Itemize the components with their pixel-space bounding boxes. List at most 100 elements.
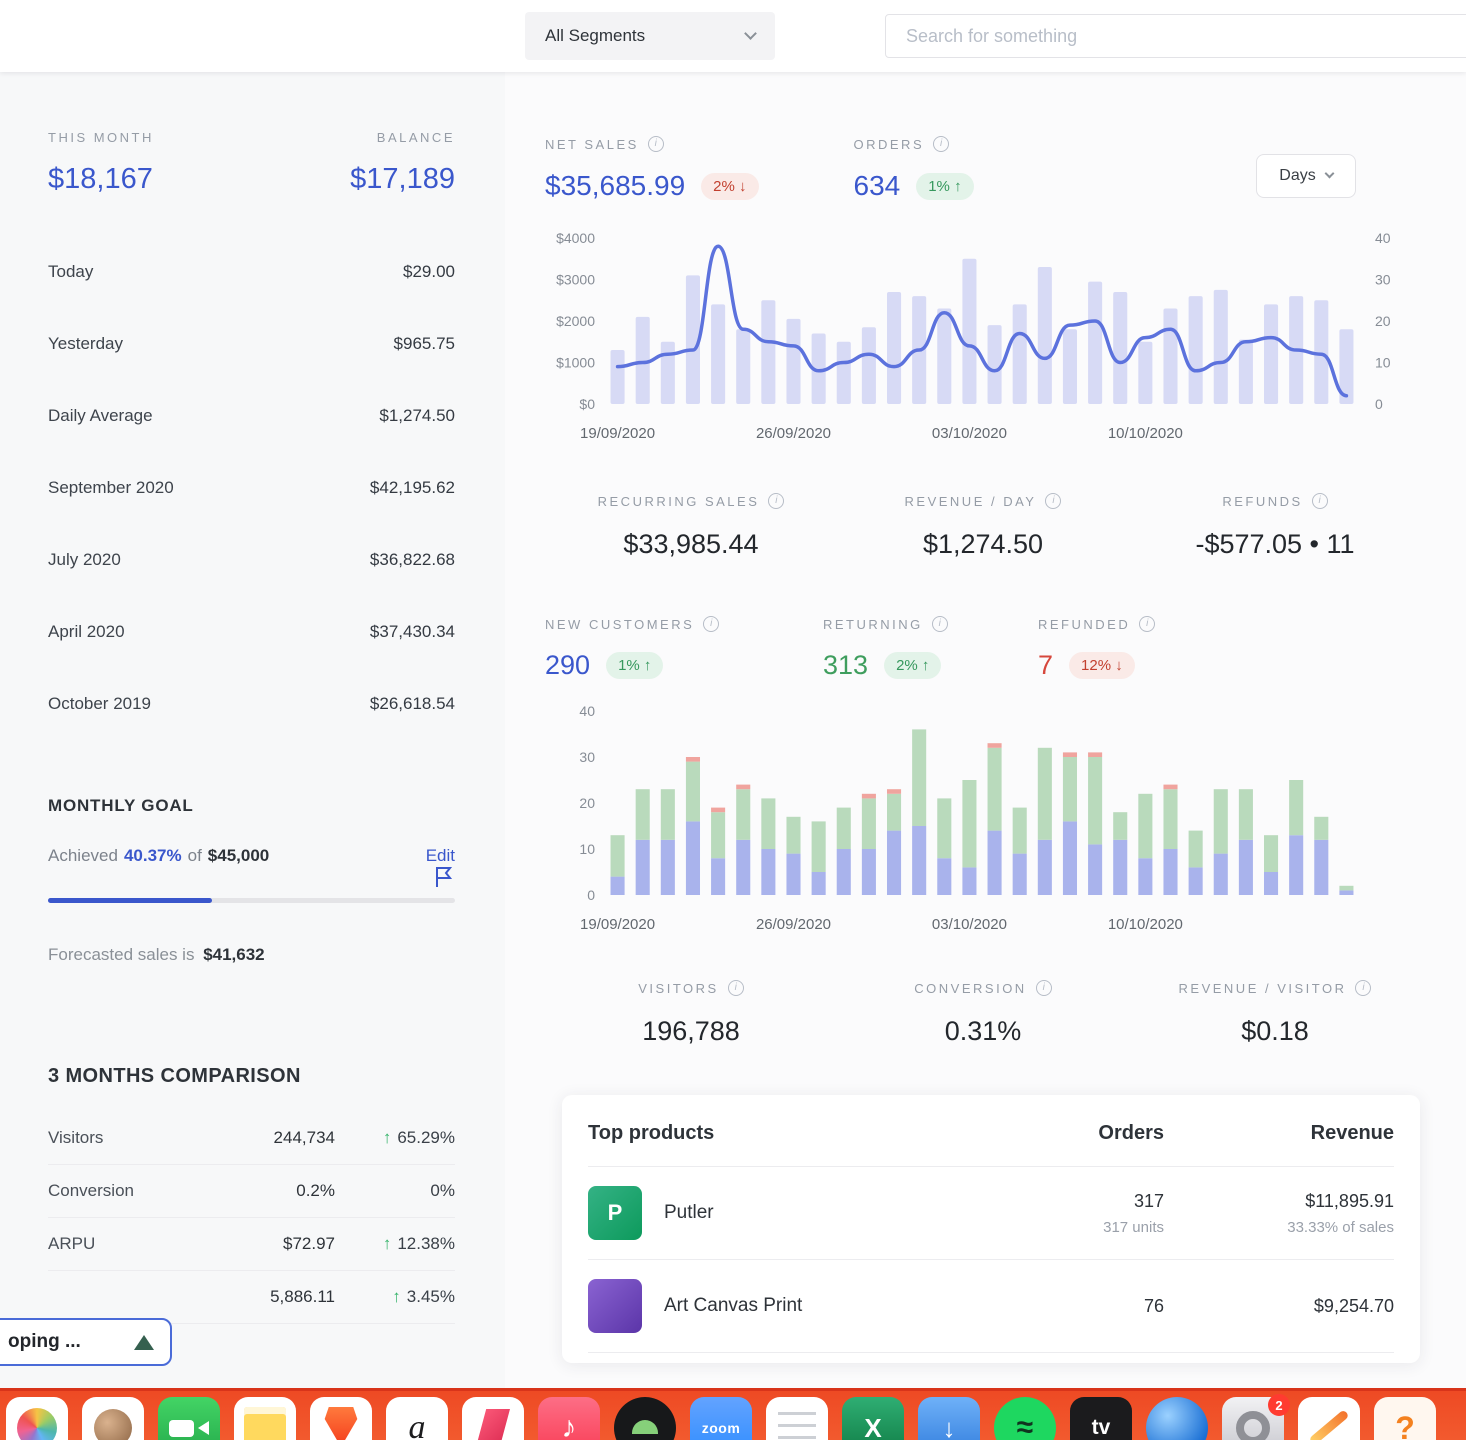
kpi-cell: REFUNDS -$577.05 • 11	[1129, 493, 1421, 560]
svg-text:20: 20	[1375, 313, 1391, 329]
svg-text:03/10/2020: 03/10/2020	[932, 916, 1007, 933]
chevron-down-icon	[1324, 168, 1335, 179]
sidebar-period-row[interactable]: September 2020 $42,195.62	[48, 452, 455, 524]
bottom-kpi-row: VISITORS 196,788 CONVERSION 0.31% REVENU…	[545, 980, 1466, 1047]
svg-text:40: 40	[1375, 230, 1391, 246]
kpi-value: -$577.05 • 11	[1195, 529, 1355, 559]
info-icon[interactable]	[1035, 980, 1052, 996]
top-products-title: Top products	[588, 1122, 715, 1144]
segments-dropdown[interactable]: All Segments	[525, 12, 775, 60]
pencil-app-icon[interactable]	[1298, 1397, 1360, 1440]
analytics-dashboard: All Segments THIS MONTH $18,167 BALANCE …	[0, 0, 1466, 1440]
kpi-label: NEW CUSTOMERS	[545, 616, 695, 632]
info-icon[interactable]	[933, 136, 950, 152]
sidebar-period-row[interactable]: Daily Average $1,274.50	[48, 380, 455, 452]
net-sales-label: NET SALES	[545, 136, 639, 152]
customers-kpi-row: NEW CUSTOMERS 290 1% ↑ RETURNING 313 2% …	[545, 616, 1466, 681]
macos-dock: a ♪ zoom X ↓ ≈ tv 2?	[0, 1388, 1466, 1440]
spotify-icon[interactable]: ≈	[994, 1397, 1056, 1440]
info-icon[interactable]	[1311, 493, 1328, 509]
orders-value: 634	[853, 170, 901, 201]
comparison-row: Visitors 244,734 ↑ 65.29%	[48, 1112, 455, 1165]
expand-arrow-icon[interactable]	[134, 1334, 154, 1350]
installer-icon[interactable]: ↓	[918, 1397, 980, 1440]
info-icon[interactable]	[1355, 980, 1372, 996]
android-icon[interactable]	[614, 1397, 676, 1440]
period-label: July 2020	[48, 550, 121, 569]
days-dropdown[interactable]: Days	[1256, 154, 1356, 198]
period-list: Today $29.00 Yesterday $965.75 Daily Avera…	[48, 236, 455, 740]
orders-kpi: ORDERS 634 1% ↑	[854, 136, 974, 202]
up-arrow-icon: ↑	[392, 1287, 401, 1306]
product-name: Putler	[664, 1202, 714, 1223]
sidebar-period-row[interactable]: April 2020 $37,430.34	[48, 596, 455, 668]
comparison-title: 3 MONTHS COMPARISON	[48, 1065, 301, 1087]
edit-goal-button[interactable]: Edit	[426, 846, 455, 866]
collapsed-window-popup[interactable]: oping ...	[0, 1318, 172, 1366]
svg-text:10/10/2020: 10/10/2020	[1108, 425, 1183, 442]
achieved-label: Achieved	[48, 846, 118, 865]
sidebar-period-row[interactable]: Today $29.00	[48, 236, 455, 308]
svg-text:19/09/2020: 19/09/2020	[580, 916, 655, 933]
info-icon[interactable]	[931, 616, 948, 632]
kpi-cell: REVENUE / VISITOR $0.18	[1129, 980, 1421, 1047]
comparison-value: $72.97	[283, 1234, 335, 1253]
period-value: $42,195.62	[369, 478, 455, 497]
apple-tv-icon[interactable]: tv	[1070, 1397, 1132, 1440]
svg-text:0: 0	[1375, 396, 1383, 412]
svg-text:19/09/2020: 19/09/2020	[580, 425, 655, 442]
music-icon[interactable]: ♪	[538, 1397, 600, 1440]
video-call-icon[interactable]	[158, 1397, 220, 1440]
product-name: Art Canvas Print	[664, 1295, 803, 1316]
sidebar-period-row[interactable]: July 2020 $36,822.68	[48, 524, 455, 596]
kpi-label: REVENUE / DAY	[904, 493, 1037, 509]
photo-booth-icon[interactable]	[82, 1397, 144, 1440]
product-revenue: $9,254.70	[1313, 1295, 1394, 1316]
search-input[interactable]	[885, 14, 1466, 58]
signature-app-icon[interactable]: a	[386, 1397, 448, 1440]
kpi-badge: 1% ↑	[606, 652, 664, 679]
forecast-label: Forecasted sales is	[48, 945, 195, 964]
product-share: 33.33% of sales	[1287, 1218, 1394, 1236]
kpi-label: CONVERSION	[914, 980, 1027, 996]
kpi-value: 7	[1038, 650, 1054, 680]
browser-icon[interactable]	[1146, 1397, 1208, 1440]
comparison-value: 5,886.11	[270, 1287, 335, 1306]
stickies-icon[interactable]	[234, 1397, 296, 1440]
brave-icon[interactable]	[310, 1397, 372, 1440]
forecast-value: $41,632	[203, 945, 265, 964]
orders-column-header: Orders	[1098, 1122, 1164, 1144]
comparison-row: Conversion 0.2% 0%	[48, 1165, 455, 1218]
svg-text:$2000: $2000	[556, 313, 595, 329]
goal-progress-fill	[48, 898, 213, 903]
product-orders: 317	[1133, 1190, 1164, 1211]
product-row[interactable]: P Putler 317 317 units $11,895.91 33.33%…	[588, 1167, 1394, 1260]
kpi-label: REVENUE / VISITOR	[1178, 980, 1347, 996]
comparison-metric: Visitors	[48, 1128, 104, 1147]
info-icon[interactable]	[703, 616, 720, 632]
mid-kpi-row: RECURRING SALES $33,985.44 REVENUE / DAY…	[545, 493, 1466, 560]
info-icon[interactable]	[768, 493, 785, 509]
net-sales-kpi: NET SALES $35,685.99 2% ↓	[545, 136, 759, 202]
product-revenue: $11,895.91	[1305, 1190, 1394, 1211]
product-row[interactable]: Art Canvas Print 76 $9,254.70	[588, 1260, 1394, 1353]
settings-icon[interactable]: 2	[1222, 1394, 1290, 1440]
info-icon[interactable]	[1045, 493, 1062, 509]
customers-chart: 40 30 20 10 0 19/09/2020 26/09/2020 03/10/2020 1…	[545, 703, 1466, 956]
zoom-icon[interactable]: zoom	[690, 1397, 752, 1440]
svg-text:$0: $0	[579, 396, 595, 412]
info-icon[interactable]	[727, 980, 744, 996]
photos-icon[interactable]	[6, 1397, 68, 1440]
up-arrow-icon: ↑	[382, 1128, 392, 1147]
svg-text:30: 30	[1375, 272, 1391, 288]
reminders-icon[interactable]	[766, 1397, 828, 1440]
this-month-value: $18,167	[48, 163, 153, 195]
info-icon[interactable]	[647, 136, 664, 152]
sidebar-period-row[interactable]: Yesterday $965.75	[48, 308, 455, 380]
design-app-icon[interactable]	[462, 1397, 524, 1440]
excel-icon[interactable]: X	[842, 1397, 904, 1440]
help-icon[interactable]: ?	[1374, 1397, 1436, 1440]
info-icon[interactable]	[1139, 616, 1156, 632]
kpi-value: 290	[545, 650, 591, 680]
sidebar-period-row[interactable]: October 2019 $26,618.54	[48, 668, 455, 740]
